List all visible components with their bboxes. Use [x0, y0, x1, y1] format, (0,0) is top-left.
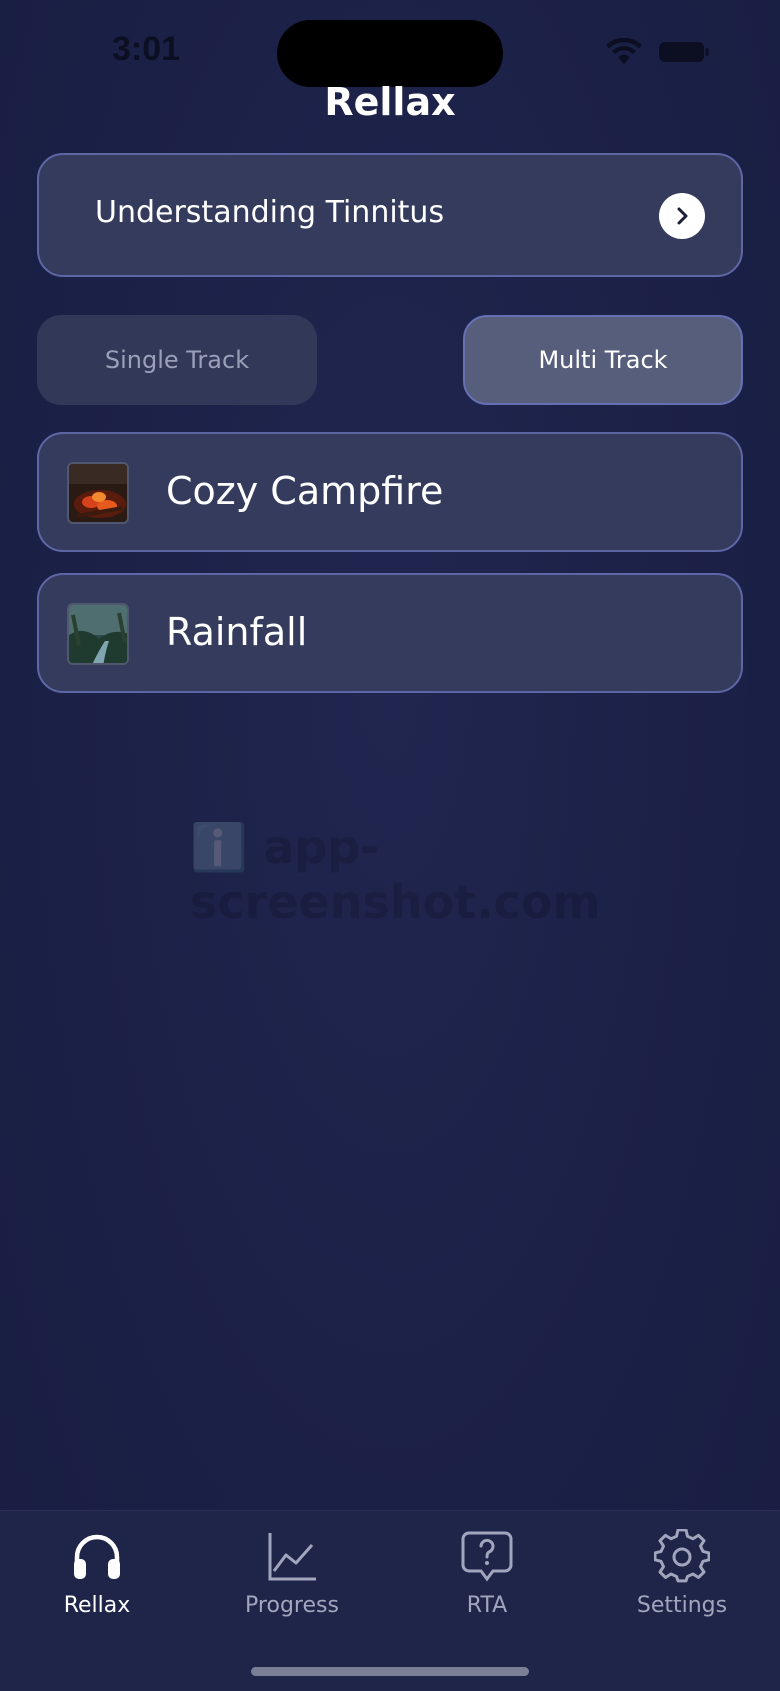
tab-label: Progress	[245, 1593, 339, 1618]
track-item-cozy-campfire[interactable]: Cozy Campfire	[37, 432, 743, 552]
tab-label: Settings	[636, 1593, 728, 1618]
track-title: Rainfall	[166, 610, 308, 654]
info-card-label: Understanding Tinnitus	[95, 195, 445, 230]
track-title: Cozy Campfire	[166, 469, 444, 513]
page-title: Rellax	[324, 80, 456, 124]
headphones-icon	[74, 1534, 120, 1579]
tab-bar: Rellax Progress RTA Settings	[0, 1510, 780, 1691]
tab-progress[interactable]: Progress	[207, 1529, 377, 1639]
multi-track-label: Multi Track	[538, 346, 668, 374]
chevron-right-icon[interactable]	[659, 193, 705, 239]
dynamic-island	[277, 20, 503, 87]
wifi-icon	[606, 38, 642, 64]
single-track-button[interactable]: Single Track	[37, 315, 317, 405]
question-bubble-icon	[461, 1531, 513, 1582]
tab-rta[interactable]: RTA	[402, 1529, 572, 1639]
rainfall-thumbnail	[67, 603, 129, 665]
tab-rellax[interactable]: Rellax	[12, 1529, 182, 1639]
watermark: ℹ️ app-screenshot.com	[190, 820, 601, 929]
tab-label: Rellax	[63, 1593, 131, 1618]
understanding-tinnitus-card[interactable]: Understanding Tinnitus	[37, 153, 743, 277]
gear-icon	[654, 1529, 710, 1583]
campfire-thumbnail	[67, 462, 129, 524]
multi-track-button[interactable]: Multi Track	[463, 315, 743, 405]
tab-label: RTA	[466, 1593, 508, 1618]
track-item-rainfall[interactable]: Rainfall	[37, 573, 743, 693]
screen: 3:01 Rellax Understanding Tinnitus Singl…	[0, 0, 780, 1691]
tab-settings[interactable]: Settings	[597, 1529, 767, 1639]
battery-icon	[659, 42, 709, 62]
single-track-label: Single Track	[104, 346, 250, 374]
home-indicator[interactable]	[251, 1667, 529, 1676]
chart-line-icon	[268, 1533, 316, 1581]
status-time: 3:01	[112, 30, 181, 68]
